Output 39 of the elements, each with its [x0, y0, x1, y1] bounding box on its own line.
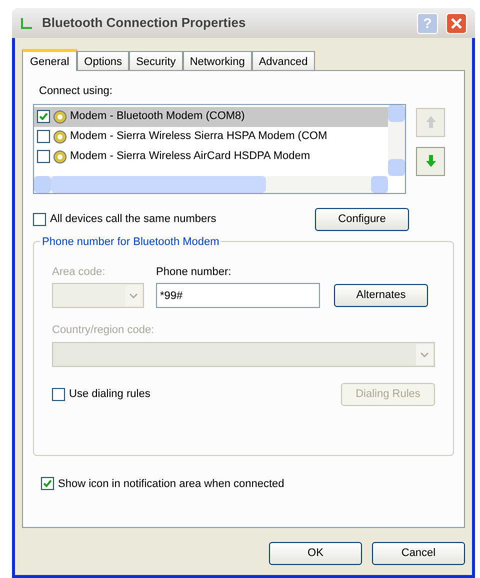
configure-button[interactable]: Configure [315, 208, 409, 230]
dialog-button[interactable]: OK [269, 542, 362, 565]
checkbox[interactable] [37, 130, 50, 143]
country-code-label: Country/region code: [52, 323, 156, 338]
tab[interactable]: Advanced [252, 51, 315, 70]
alternates-button[interactable]: Alternates [334, 284, 428, 307]
device-item[interactable]: Modem - Sierra Wireless Sierra HSPA Modem (COM [34, 126, 388, 146]
horizontal-scrollbar[interactable] [34, 176, 388, 192]
checkbox[interactable] [52, 388, 65, 400]
move-down-button[interactable] [416, 146, 445, 176]
checkbox-label: Show icon in notification area when connected [58, 476, 284, 492]
vertical-scrollbar[interactable] [388, 104, 405, 176]
chevron-down-icon [125, 285, 142, 306]
device-name: Modem - Sierra Wireless AirCard HSDPA Modem [70, 149, 310, 164]
device-name: Modem - Bluetooth Modem (COM8) [70, 109, 245, 124]
device-item[interactable]: Modem - Bluetooth Modem (COM8) [34, 106, 388, 126]
down-arrow-icon [424, 154, 436, 168]
window-title: Bluetooth Connection Properties [42, 14, 247, 32]
dialog-button[interactable]: Cancel [372, 542, 465, 565]
connect-using-label: Connect using: [39, 84, 114, 99]
chevron-down-icon [416, 344, 433, 364]
up-arrow-icon [424, 115, 436, 129]
checkbox[interactable] [33, 212, 46, 226]
area-code-label: Area code: [52, 264, 106, 280]
checkbox[interactable] [41, 477, 54, 490]
tab[interactable]: General [22, 49, 78, 71]
phone-number-label: Phone number: [156, 264, 232, 280]
checkbox-label: All devices call the same numbers [50, 212, 216, 227]
checkbox[interactable] [37, 110, 50, 123]
device-item[interactable]: Modem - Sierra Wireless AirCard HSDPA Modem [34, 146, 388, 166]
checkbox-label: Use dialing rules [69, 386, 150, 402]
tab[interactable]: Networking [182, 51, 252, 70]
phone-number-field[interactable]: *99# [156, 283, 320, 308]
tab[interactable]: Security [129, 51, 183, 70]
tab[interactable]: Options [77, 51, 130, 70]
device-list[interactable]: Modem - Bluetooth Modem (COM8) Modem - Sierra Wireless Sierra HSPA Modem (COM Modem - Sierra Wireless AirCard HSDPA Modem [33, 104, 406, 194]
close-icon[interactable] [446, 12, 467, 34]
checkbox[interactable] [37, 150, 50, 163]
device-name: Modem - Sierra Wireless Sierra HSPA Modem (COM [70, 129, 328, 144]
